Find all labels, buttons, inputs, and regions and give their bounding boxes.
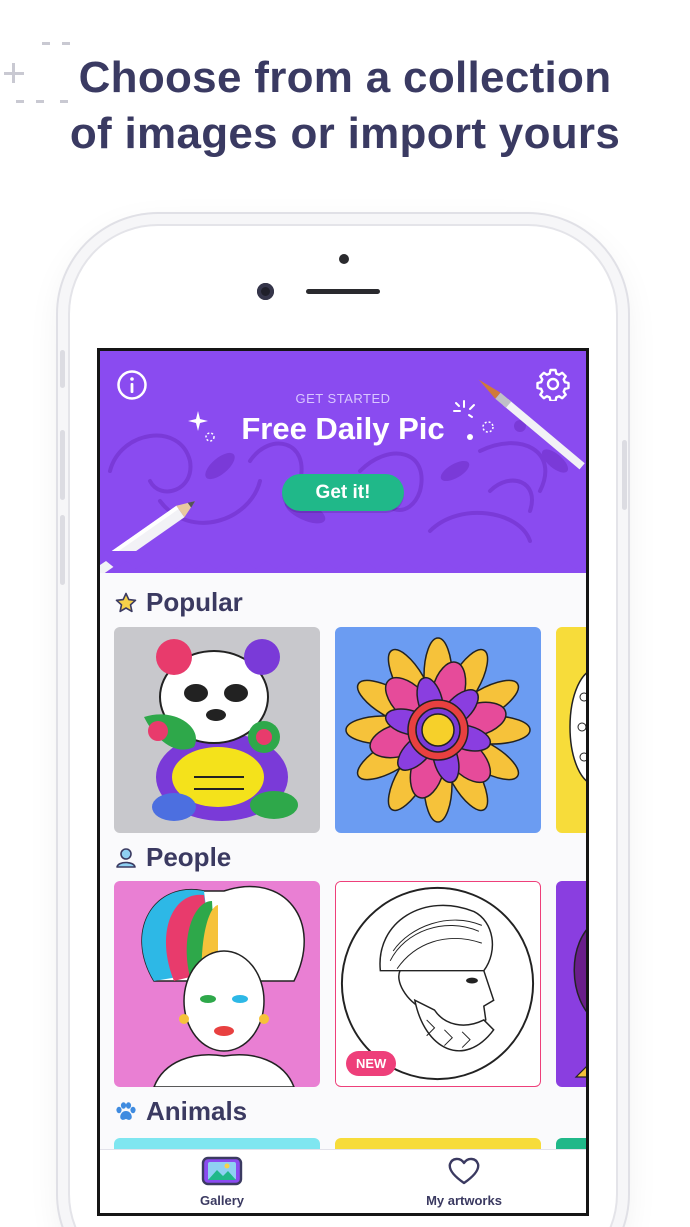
tile-panda[interactable]: [114, 627, 320, 833]
person-icon: [116, 847, 136, 868]
tile-partial[interactable]: [556, 627, 586, 833]
get-it-button[interactable]: Get it!: [282, 474, 404, 511]
section-animals-header: Animals: [114, 1096, 247, 1127]
banner-edge: [100, 551, 586, 569]
tile-mandala[interactable]: [335, 627, 541, 833]
star-icon: [115, 592, 137, 612]
banner-eyebrow: GET STARTED: [295, 391, 391, 406]
phone-side-button: [60, 430, 65, 500]
daily-pic-banner: GET STARTED Free Daily Pic Get it!: [100, 351, 586, 573]
paw-icon: [116, 1101, 136, 1120]
tile-bearded-man[interactable]: NEW: [335, 881, 541, 1087]
partial-people-artwork: [556, 881, 586, 1087]
tile-partial-people[interactable]: [556, 881, 586, 1087]
earpiece: [306, 289, 380, 294]
tile-woman[interactable]: [114, 881, 320, 1087]
section-animals-title: Animals: [146, 1096, 248, 1126]
proximity-sensor: [339, 254, 349, 264]
headline-line-2: of images or import yours: [69, 109, 621, 158]
gallery-icon: [201, 1156, 243, 1186]
front-camera: [257, 283, 274, 300]
phone-side-button: [60, 350, 65, 388]
app-screen: GET STARTED Free Daily Pic Get it! Popul…: [97, 348, 589, 1216]
woman-artwork: [114, 881, 320, 1087]
panda-artwork: [114, 627, 320, 833]
section-popular-title: Popular: [146, 587, 243, 617]
section-popular-header: Popular: [114, 587, 243, 618]
partial-artwork: [556, 627, 586, 833]
banner-pattern: [100, 379, 585, 573]
tab-my-artworks-label: My artworks: [426, 1193, 502, 1208]
phone-side-button: [622, 440, 627, 510]
tab-my-artworks[interactable]: My artworks: [384, 1156, 544, 1208]
mandala-artwork: [335, 627, 541, 833]
headline: Choose from a collection of images or im…: [40, 50, 650, 162]
tab-gallery-label: Gallery: [199, 1193, 245, 1208]
heart-icon: [448, 1157, 480, 1185]
phone-side-button: [60, 515, 65, 585]
section-people-title: People: [146, 842, 232, 872]
headline-line-1: Choose from a collection: [78, 53, 612, 102]
section-people-header: People: [114, 842, 231, 873]
tab-gallery[interactable]: Gallery: [142, 1156, 302, 1208]
banner-title: Free Daily Pic: [241, 411, 445, 446]
new-badge: NEW: [346, 1051, 397, 1076]
tab-bar: Gallery My artworks: [100, 1149, 586, 1213]
